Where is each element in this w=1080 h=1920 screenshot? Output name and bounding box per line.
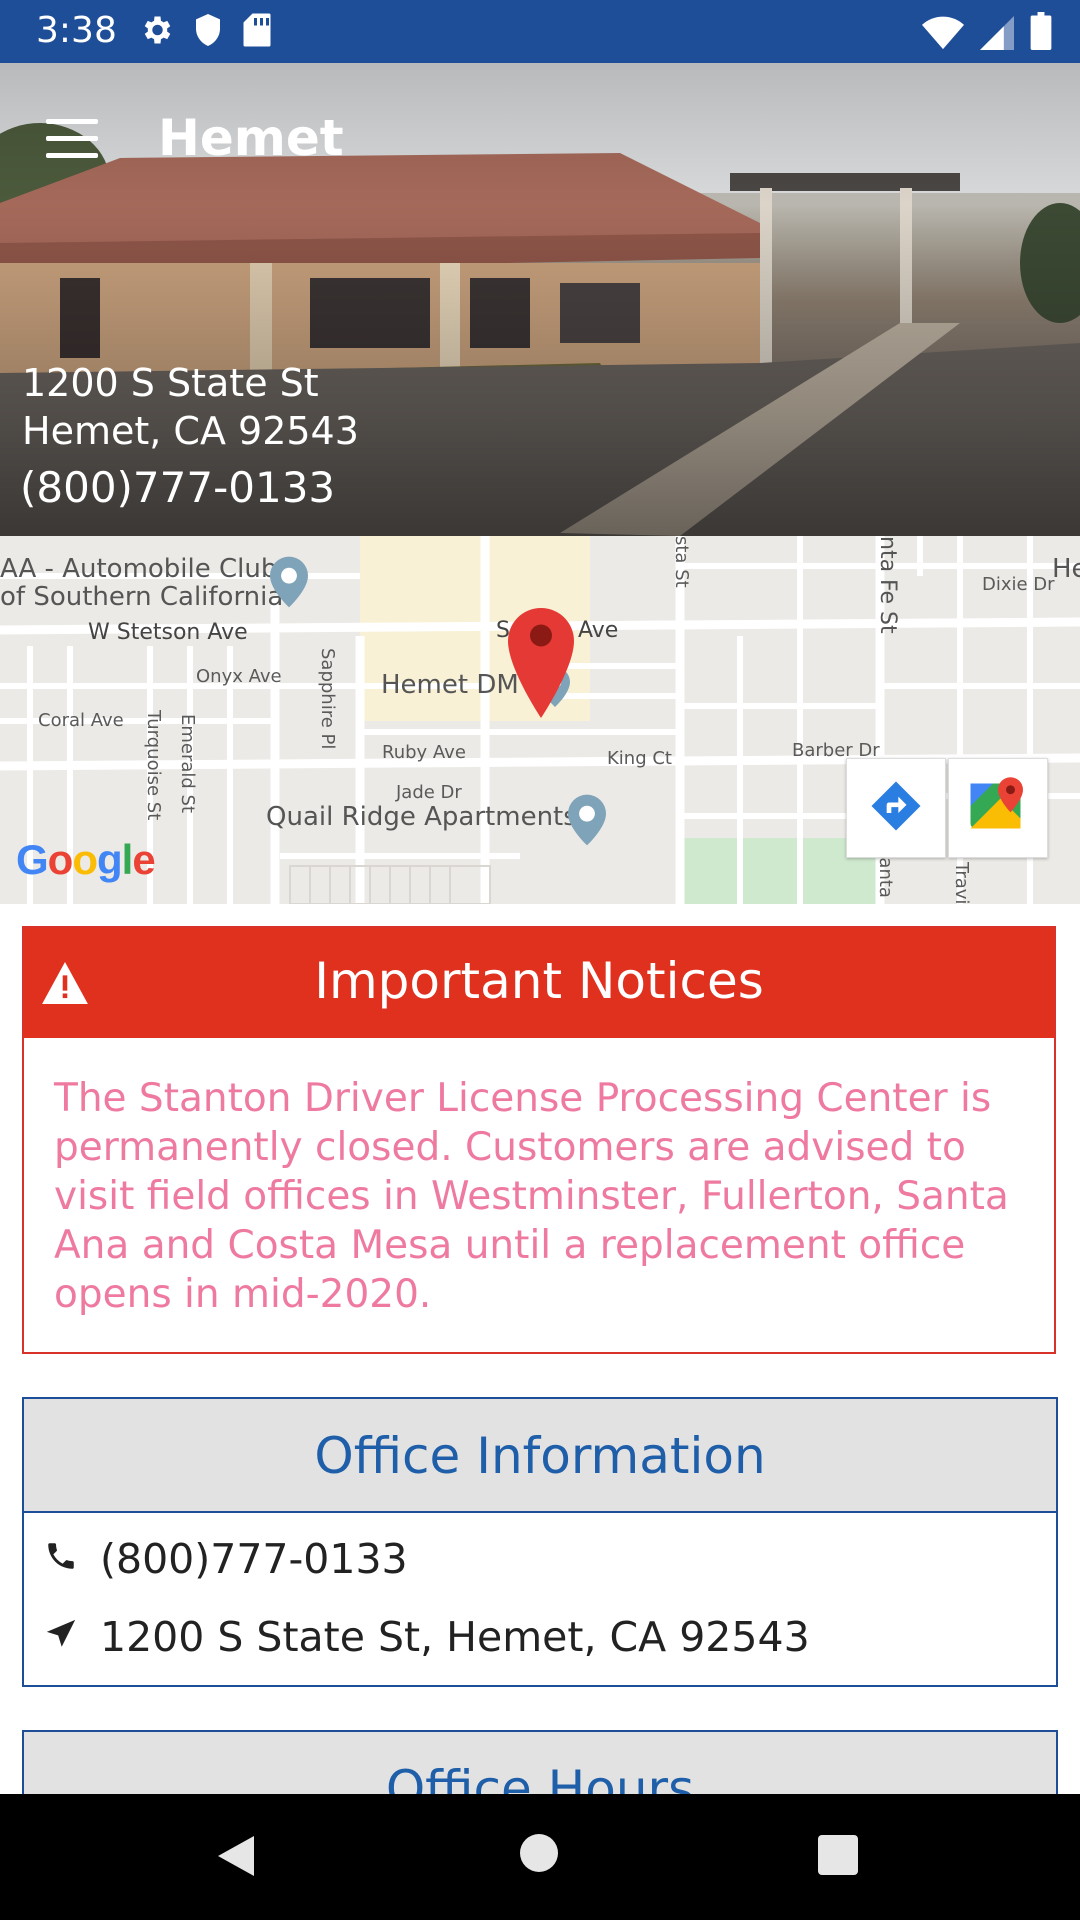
map-label-santa-fe: nta Fe St — [875, 536, 900, 634]
map-label-jade: Jade Dr — [396, 782, 462, 803]
map-label-sapphire: Sapphire Pl — [317, 648, 338, 750]
office-information-title: Office Information — [314, 1427, 766, 1485]
map-label-turquoise: Turquoise St — [143, 710, 164, 821]
phone-icon — [44, 1535, 100, 1583]
google-maps-icon — [968, 776, 1028, 840]
location-pin-icon[interactable] — [508, 608, 574, 722]
map-label-king: King Ct — [607, 748, 672, 769]
map-label-state-st: sta St — [671, 536, 692, 588]
map-label-w-stetson: W Stetson Ave — [88, 620, 248, 645]
open-google-maps-button[interactable] — [948, 758, 1048, 858]
office-phone: (800)777-0133 — [100, 1535, 408, 1583]
status-time: 3:38 — [36, 10, 117, 51]
hero-address-line2: Hemet, CA 92543 — [22, 409, 359, 453]
map-label-emerald: Emerald St — [177, 714, 198, 814]
system-nav-bar — [0, 1794, 1080, 1920]
important-notices-card: Important Notices The Stanton Driver Lic… — [22, 926, 1056, 1354]
notices-title: Important Notices — [314, 952, 764, 1010]
office-information-header: Office Information — [24, 1399, 1056, 1513]
google-logo: Google — [16, 836, 156, 883]
poi-marker-icon[interactable] — [568, 794, 606, 850]
back-icon[interactable] — [214, 1834, 258, 1882]
map-label-quail-ridge[interactable]: Quail Ridge Apartments — [266, 802, 577, 832]
hero-address-line1: 1200 S State St — [22, 361, 319, 405]
shield-icon — [192, 12, 224, 48]
map-label-dixie: Dixie Dr — [982, 574, 1055, 595]
wifi-icon — [922, 16, 964, 50]
signal-icon — [980, 16, 1014, 50]
home-icon[interactable] — [520, 1834, 558, 1872]
page-title: Hemet — [158, 109, 344, 167]
notice-message: The Stanton Driver License Processing Ce… — [54, 1076, 1009, 1317]
map-view[interactable]: AA - Automobile Club of Southern Califor… — [0, 536, 1080, 904]
map-label-ruby: Ruby Ave — [382, 742, 466, 763]
office-photo: Hemet 1200 S State St Hemet, CA 92543 (8… — [0, 63, 1080, 536]
map-label-stetson-ave: Ave — [578, 618, 619, 643]
map-label-travis: Travis — [951, 862, 972, 904]
directions-button[interactable] — [846, 758, 946, 858]
map-label-aaa-2: of Southern California — [0, 582, 284, 612]
map-label-he: He — [1052, 554, 1080, 584]
recents-icon[interactable] — [818, 1835, 858, 1875]
map-label-coral: Coral Ave — [38, 710, 124, 731]
directions-icon — [868, 778, 924, 838]
map-label-onyx: Onyx Ave — [196, 666, 282, 687]
status-bar: 3:38 — [0, 0, 1080, 63]
hero-phone[interactable]: (800)777-0133 — [20, 463, 335, 512]
hamburger-menu-icon[interactable] — [46, 119, 98, 159]
map-label-aaa-1: AA - Automobile Club — [0, 554, 278, 584]
battery-icon — [1030, 12, 1052, 50]
sd-card-icon — [242, 12, 272, 48]
poi-marker-icon[interactable] — [270, 556, 308, 612]
office-address: 1200 S State St, Hemet, CA 92543 — [100, 1613, 810, 1661]
office-information-card: Office Information (800)777-0133 1200 S … — [22, 1397, 1058, 1687]
gear-icon — [138, 12, 174, 48]
navigation-arrow-icon — [44, 1613, 100, 1661]
notices-header: Important Notices — [24, 928, 1054, 1038]
office-address-row[interactable]: 1200 S State St, Hemet, CA 92543 — [44, 1613, 810, 1661]
office-phone-row[interactable]: (800)777-0133 — [44, 1535, 408, 1583]
